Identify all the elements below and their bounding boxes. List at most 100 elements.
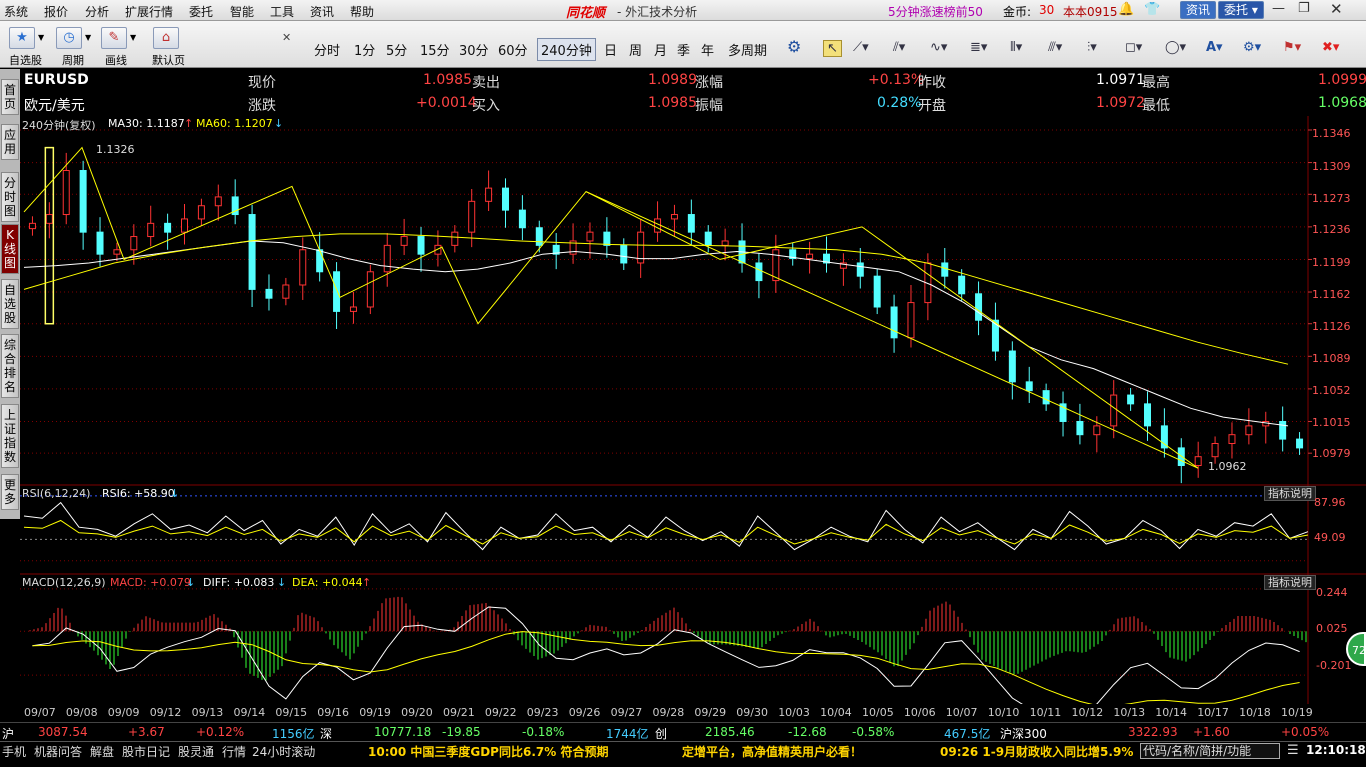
- period-5m[interactable]: 5分: [386, 40, 407, 59]
- period-day[interactable]: 日: [604, 40, 617, 59]
- rsi-tick: 87.96: [1314, 496, 1346, 509]
- menu-icon[interactable]: ☰: [1287, 743, 1299, 758]
- period-30m[interactable]: 30分: [459, 40, 489, 59]
- rectangle-icon[interactable]: ◻▾: [1125, 40, 1142, 55]
- menu-smart[interactable]: 智能: [230, 3, 254, 20]
- indicator-help-button[interactable]: 指标说明: [1264, 575, 1316, 590]
- period-multi[interactable]: 多周期: [728, 40, 767, 59]
- watchlist-star-icon[interactable]: ★: [9, 27, 35, 49]
- value-prev-close: 1.0971: [1096, 72, 1145, 88]
- menu-ext-quote[interactable]: 扩展行情: [125, 3, 173, 20]
- period-month[interactable]: 月: [654, 40, 667, 59]
- menu-trade[interactable]: 委托: [189, 3, 213, 20]
- chart-area[interactable]: 240分钟(复权) MA30: 1.1187 ↑ MA60: 1.1207 ↓ …: [20, 116, 1366, 704]
- period-year[interactable]: 年: [701, 40, 714, 59]
- candle-body: [1025, 381, 1033, 392]
- tab-more[interactable]: 更多: [1, 474, 19, 510]
- menu-quote[interactable]: 报价: [44, 3, 68, 20]
- news-ticker[interactable]: 09:26 1-9月财政收入同比增5.9%: [940, 743, 1133, 760]
- tab-mobile[interactable]: 手机: [2, 743, 26, 760]
- coin-value: 30: [1039, 3, 1055, 17]
- index-field: 2185.46: [705, 725, 755, 739]
- menu-tools[interactable]: 工具: [270, 3, 294, 20]
- version-label[interactable]: 本本0915: [1063, 3, 1118, 20]
- tab-kline[interactable]: K线图: [1, 224, 19, 274]
- line-tool-icon[interactable]: ⟋▾: [853, 40, 869, 55]
- candle-body: [197, 205, 205, 220]
- tab-sh-index[interactable]: 上证指数: [1, 404, 19, 468]
- minimize-icon[interactable]: —: [1272, 1, 1285, 16]
- period-quarter[interactable]: 季: [677, 40, 690, 59]
- x-tick: 09/08: [65, 706, 98, 719]
- low-marker: 1.0962: [1208, 460, 1247, 473]
- period-240m[interactable]: 240分钟: [537, 38, 596, 61]
- ad-ticker[interactable]: 定增平台，高净值精英用户必看！: [682, 743, 862, 760]
- maximize-icon[interactable]: ❐: [1298, 1, 1310, 16]
- period-15m[interactable]: 15分: [420, 40, 450, 59]
- bell-icon[interactable]: 🔔: [1118, 2, 1134, 17]
- command-input[interactable]: 代码/名称/简拼/功能: [1140, 743, 1280, 759]
- candle-body: [1008, 350, 1016, 383]
- promo-link[interactable]: 5分钟涨速榜前50: [888, 3, 983, 20]
- news-ticker[interactable]: 10:00 中国三季度GDP同比6.7% 符合预期: [368, 743, 608, 760]
- value-low: 1.0968: [1318, 95, 1366, 111]
- menu-analysis[interactable]: 分析: [85, 3, 109, 20]
- tab-home[interactable]: 首页: [1, 79, 19, 115]
- x-tick: 09/19: [359, 706, 391, 719]
- period-tick[interactable]: 分时: [314, 40, 340, 59]
- candle-body: [130, 236, 138, 251]
- settings-gear-icon[interactable]: ⚙: [787, 37, 801, 56]
- x-tick: 10/14: [1155, 706, 1187, 719]
- pencil-icon[interactable]: ✎: [101, 27, 127, 49]
- kline-svg[interactable]: [20, 116, 1366, 704]
- chevron-down-icon[interactable]: ▼: [130, 33, 136, 42]
- menu-news[interactable]: 资讯: [310, 3, 334, 20]
- home-icon[interactable]: ⌂: [153, 27, 179, 49]
- gann-icon[interactable]: ⦀▾: [1010, 40, 1022, 55]
- tab-diary[interactable]: 股市日记: [122, 743, 170, 760]
- delete-drawing-icon[interactable]: ✖▾: [1322, 40, 1339, 55]
- candle-body: [45, 214, 53, 224]
- shirt-icon[interactable]: 👕: [1144, 2, 1160, 17]
- menu-system[interactable]: 系统: [4, 3, 28, 20]
- channel-icon[interactable]: ⫻▾: [1048, 40, 1062, 55]
- arrow-down-icon: ↓: [186, 576, 196, 589]
- news-button[interactable]: 资讯: [1180, 1, 1217, 19]
- tab-intraday[interactable]: 分时图: [1, 172, 19, 222]
- period-clock-icon[interactable]: ◷: [56, 27, 82, 49]
- tab-market[interactable]: 行情: [222, 743, 246, 760]
- tab-robot-qa[interactable]: 机器问答: [34, 743, 82, 760]
- label-price: 现价: [248, 75, 276, 91]
- y-tick: 1.1273: [1312, 192, 1351, 205]
- chevron-down-icon[interactable]: ▼: [38, 33, 44, 42]
- text-tool-icon[interactable]: A▾: [1206, 40, 1223, 55]
- macd-tick: 0.025: [1316, 622, 1348, 635]
- rsi6-label: RSI6: +58.90: [102, 487, 175, 500]
- tab-stock-spirit[interactable]: 股灵通: [178, 743, 214, 760]
- cycle-icon[interactable]: ⫶▾: [1087, 40, 1097, 55]
- index-field: 10777.18: [374, 725, 432, 739]
- menu-help[interactable]: 帮助: [350, 3, 374, 20]
- fibonacci-icon[interactable]: ≣▾: [970, 40, 987, 55]
- close-icon[interactable]: ✕: [1330, 0, 1343, 18]
- cursor-icon[interactable]: ↖: [823, 40, 842, 57]
- tab-apps[interactable]: 应用: [1, 124, 19, 160]
- trade-button[interactable]: 委托 ▾: [1218, 1, 1264, 19]
- tab-analysis[interactable]: 解盘: [90, 743, 114, 760]
- indicator-help-button[interactable]: 指标说明: [1264, 486, 1316, 501]
- collapse-icon[interactable]: ✕: [282, 31, 291, 44]
- tab-24h[interactable]: 24小时滚动: [252, 743, 315, 760]
- y-tick: 1.1015: [1312, 416, 1351, 429]
- chevron-down-icon[interactable]: ▼: [85, 33, 91, 42]
- tab-ranking[interactable]: 综合排名: [1, 334, 19, 398]
- y-tick: 1.1199: [1312, 256, 1351, 269]
- period-60m[interactable]: 60分: [498, 40, 528, 59]
- wave-tool-icon[interactable]: ∿▾: [930, 40, 947, 55]
- tab-watchlist[interactable]: 自选股: [1, 279, 19, 329]
- ellipse-icon[interactable]: ◯▾: [1165, 40, 1186, 55]
- draw-settings-icon[interactable]: ⚙▾: [1243, 40, 1261, 55]
- period-week[interactable]: 周: [629, 40, 642, 59]
- period-1m[interactable]: 1分: [354, 40, 375, 59]
- bookmark-icon[interactable]: ⚑▾: [1283, 40, 1301, 55]
- parallel-line-icon[interactable]: ⫽▾: [893, 40, 905, 55]
